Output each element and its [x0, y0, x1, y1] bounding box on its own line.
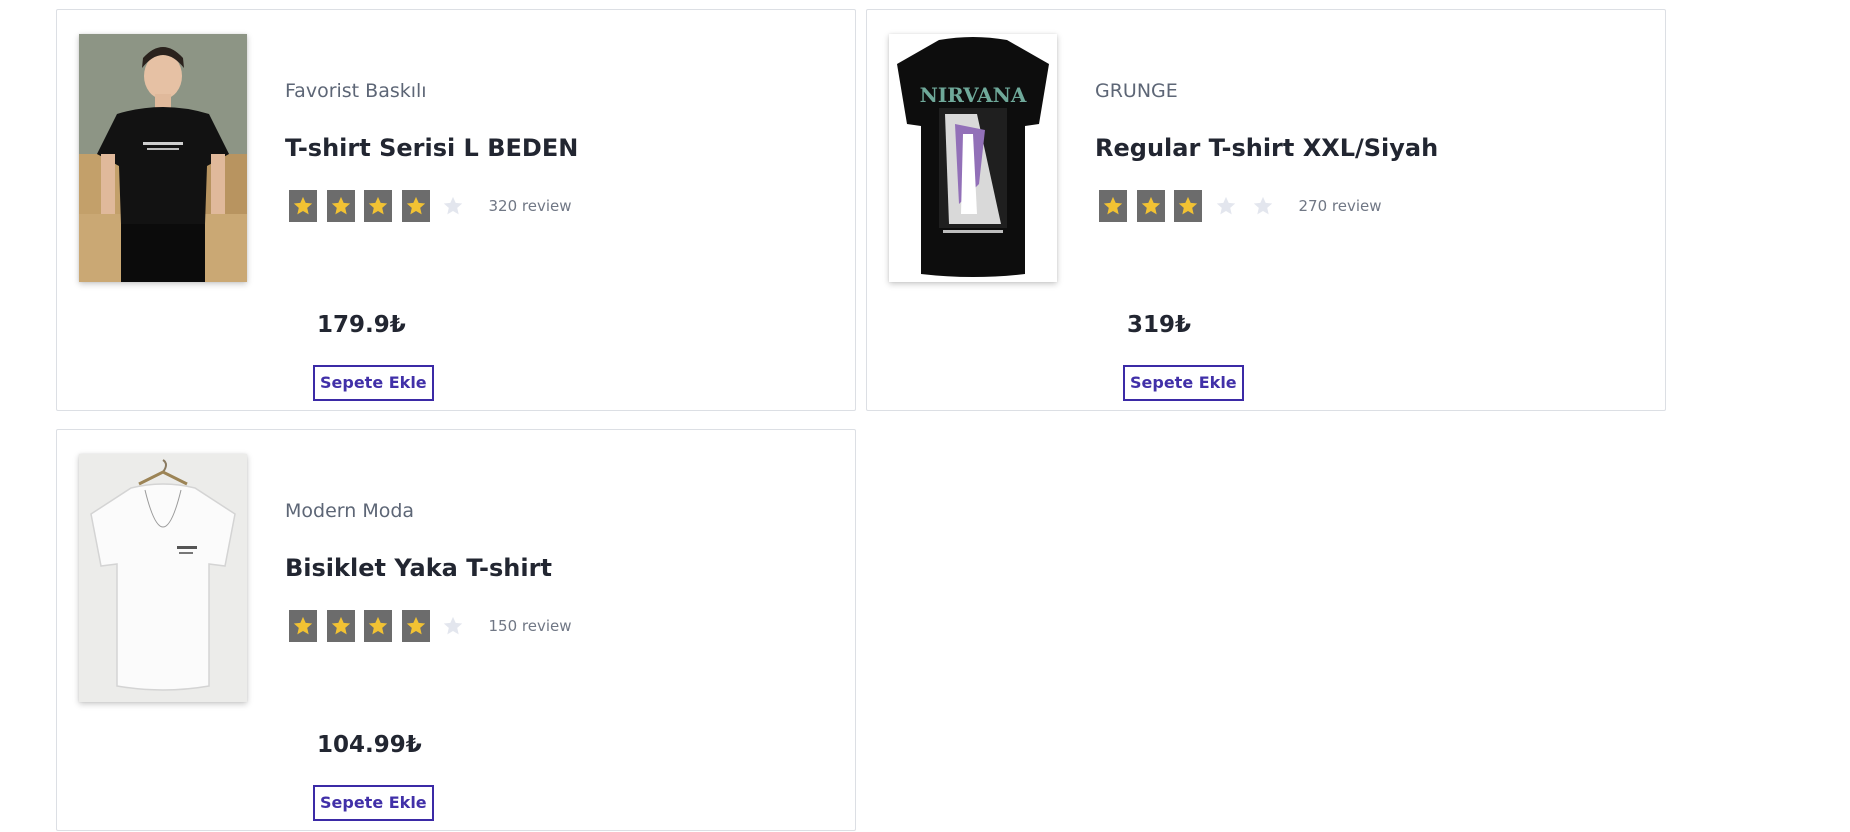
star-filled-icon [364, 610, 392, 642]
star-filled-icon [364, 190, 392, 222]
nirvana-print-tshirt-photo-icon: NIRVANA [889, 34, 1057, 282]
product-card: NIRVANA GRUNGE Regular T-shirt XXL/Siyah… [866, 9, 1666, 411]
add-to-cart-button[interactable]: Sepete Ekle [313, 785, 434, 821]
star-empty-icon [439, 610, 467, 642]
review-count: 270 review [1298, 197, 1382, 215]
white-tshirt-hanger-photo-icon [79, 454, 247, 702]
product-card: Favorist Baskılı T-shirt Serisi L BEDEN … [56, 9, 856, 411]
star-filled-icon [1174, 190, 1202, 222]
star-filled-icon [401, 610, 430, 642]
star-filled-icon [1099, 190, 1127, 222]
star-rating: 320 review [289, 190, 572, 222]
product-brand: GRUNGE [1095, 80, 1178, 102]
product-brand: Modern Moda [285, 500, 415, 522]
star-filled-icon [326, 190, 355, 222]
model-black-tshirt-photo-icon [79, 34, 247, 282]
product-title[interactable]: Bisiklet Yaka T-shirt [285, 554, 552, 582]
product-image[interactable] [79, 454, 247, 702]
star-empty-icon [1249, 190, 1277, 222]
product-brand: Favorist Baskılı [285, 80, 427, 102]
star-filled-icon [401, 190, 430, 222]
star-rating: 270 review [1099, 190, 1382, 222]
svg-text:NIRVANA: NIRVANA [920, 83, 1027, 107]
product-title[interactable]: Regular T-shirt XXL/Siyah [1095, 134, 1438, 162]
star-filled-icon [289, 610, 317, 642]
star-empty-icon [439, 190, 467, 222]
star-filled-icon [1136, 190, 1165, 222]
star-empty-icon [1212, 190, 1240, 222]
star-rating: 150 review [289, 610, 572, 642]
product-price: 104.99₺ [317, 732, 422, 758]
review-count: 320 review [488, 197, 572, 215]
product-title[interactable]: T-shirt Serisi L BEDEN [285, 134, 578, 162]
star-filled-icon [326, 610, 355, 642]
add-to-cart-button[interactable]: Sepete Ekle [313, 365, 434, 401]
add-to-cart-button[interactable]: Sepete Ekle [1123, 365, 1244, 401]
product-image[interactable] [79, 34, 247, 282]
product-card: Modern Moda Bisiklet Yaka T-shirt 150 re… [56, 429, 856, 831]
product-price: 319₺ [1127, 312, 1192, 338]
product-price: 179.9₺ [317, 312, 406, 338]
star-filled-icon [289, 190, 317, 222]
product-image[interactable]: NIRVANA [889, 34, 1057, 282]
review-count: 150 review [488, 617, 572, 635]
